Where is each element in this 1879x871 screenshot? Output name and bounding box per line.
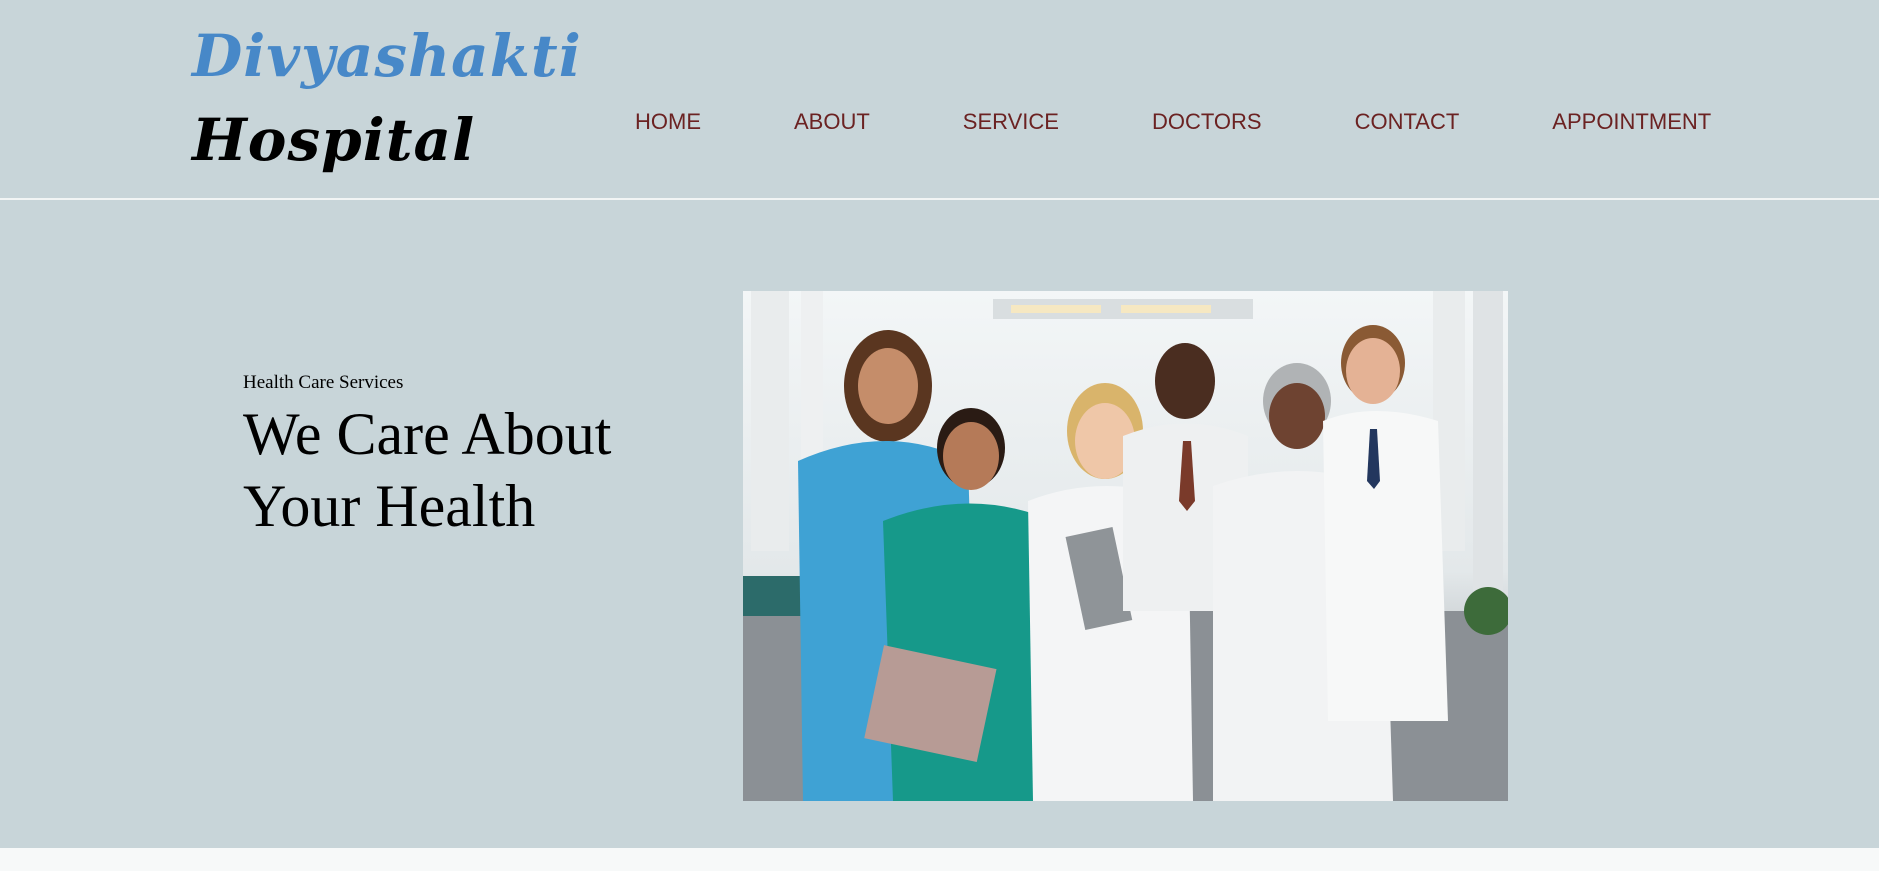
nav-service[interactable]: SERVICE <box>963 107 1059 137</box>
hero-headline-line2: Your Health <box>243 473 536 539</box>
page: Divyashakti Hospital HOME ABOUT SERVICE … <box>0 0 1879 871</box>
main-nav: HOME ABOUT SERVICE DOCTORS CONTACT APPOI… <box>635 107 1711 137</box>
nav-appointment[interactable]: APPOINTMENT <box>1552 107 1711 137</box>
hero-text: Health Care Services We Care About Your … <box>243 372 611 542</box>
hero-headline: We Care About Your Health <box>243 398 611 542</box>
nav-contact[interactable]: CONTACT <box>1355 107 1460 137</box>
hero-kicker: Health Care Services <box>243 372 404 393</box>
site-logo[interactable]: Divyashakti Hospital <box>192 20 582 176</box>
site-header: Divyashakti Hospital HOME ABOUT SERVICE … <box>0 0 1879 200</box>
logo-line-divyashakti: Divyashakti <box>192 22 582 90</box>
logo-line-hospital: Hospital <box>192 106 476 174</box>
nav-about[interactable]: ABOUT <box>794 107 870 137</box>
hero-image <box>743 291 1508 801</box>
nav-doctors[interactable]: DOCTORS <box>1152 107 1262 137</box>
hero-headline-line1: We Care About <box>243 401 612 467</box>
nav-home[interactable]: HOME <box>635 107 701 137</box>
footer-strip <box>0 848 1879 871</box>
